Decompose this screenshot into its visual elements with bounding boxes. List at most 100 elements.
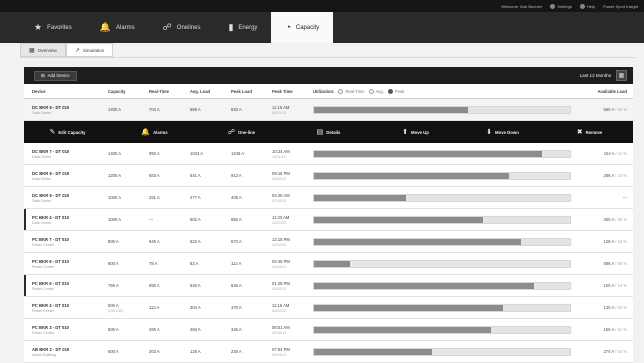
device-cell: PC BKR 7 - DT 010 Power Center [24, 237, 108, 247]
capacity-cell: 800 A [108, 261, 149, 266]
header-peak-time[interactable]: Peak Time [272, 89, 313, 94]
nav-favorites[interactable]: ★ Favorites [20, 12, 86, 43]
device-name: DC BKR 6 - DT 010 [32, 104, 70, 110]
peak-load-cell: 405 A [231, 195, 272, 200]
pencil-icon: ✎ [49, 129, 56, 136]
gear-icon [550, 3, 556, 9]
utilization-bar-fill [314, 348, 432, 355]
header-device[interactable]: Device [24, 89, 108, 94]
calendar-button[interactable]: ▦ [616, 70, 627, 81]
available-cell: 155 A / 31 % [575, 327, 633, 332]
table-row[interactable]: PC BKR 5 - DT 010 Power Center 750 A 550 A5… [24, 275, 633, 297]
table-row[interactable]: DC BKR 7 - DT 010 Data Center 1400 A 992 A1… [24, 143, 633, 165]
header-avg-load[interactable]: Avg. Load [190, 89, 231, 94]
available-cell: 350 A / 35 % [575, 217, 633, 222]
move-up-action[interactable]: ⬆ Move Up [372, 128, 459, 136]
table-row[interactable]: PC BKR 6 - DT 010 Power Center 800 A 78 A 83… [24, 253, 633, 275]
nav-onelines[interactable]: ☍ Onelines [149, 12, 215, 43]
avg-load-cell: 540 A [190, 283, 231, 288]
peak-load-cell-value: 840 A [231, 107, 242, 112]
capacity-cell-value: 800 A [108, 261, 119, 266]
table-row[interactable]: PC BKR 7 - DT 010 Power Center 800 A 645 A6… [24, 231, 633, 253]
peak-load-cell: 840 A [231, 107, 272, 112]
table-header: Device Capacity Real-Time Avg. Load Peak… [24, 84, 633, 99]
header-realtime[interactable]: Real-Time [149, 89, 190, 94]
app-switcher[interactable]: Power Sport Insight [603, 4, 638, 9]
realtime-cell-value: 78 A [149, 261, 158, 266]
peak-time-cell: 08:51 AM 02/28/13 [272, 325, 313, 335]
avg-load-cell-value: 502 A [190, 217, 201, 222]
device-location: Power Center [32, 286, 54, 291]
peak-time-cell: 12:15 PM 03/12/13 [272, 237, 313, 247]
device-cell: DC BKR 5 - DT 010 Data Center [24, 193, 108, 203]
peak-load-cell: 912 A [231, 173, 272, 178]
simulation-icon: ↗ [74, 47, 80, 54]
peak-load-cell: 370 A [231, 305, 272, 310]
legend-peak[interactable]: Peak [387, 88, 404, 94]
peak-time-cell-sub: 02/28/13 [272, 330, 286, 335]
utilization-bar-fill [314, 106, 468, 113]
avg-load-cell-value: 277 A [190, 195, 201, 200]
legend-realtime[interactable]: Real-Time [338, 88, 365, 94]
utilization-bar [313, 171, 571, 180]
device-name: PC BKR 5 - DT 010 [32, 280, 69, 286]
peak-time-cell-value: 11:15 AM [272, 104, 290, 110]
capacity-cell: 800 A [108, 239, 149, 244]
legend-avg-label: Avg. [375, 88, 384, 94]
table-row[interactable]: AB BKR 2 - DT 010 Admin Building 500 A 203 … [24, 341, 633, 363]
header-capacity[interactable]: Capacity [108, 89, 149, 94]
move-down-action[interactable]: ⬇ Move Down [459, 128, 546, 136]
help-link[interactable]: Help [579, 3, 595, 9]
peak-time-cell: 09:16 PM 08/22/13 [272, 171, 313, 181]
tab-simulation[interactable]: ↗ Simulation [65, 43, 114, 57]
capacity-cell-value: 500 A [108, 302, 119, 308]
table-row[interactable]: PC BKR 3 - DT 010 Power Center 500 A 265 A2… [24, 319, 633, 341]
tab-overview[interactable]: ▦ Overview [20, 43, 66, 57]
utilization-bar [313, 193, 571, 202]
utilization-bar [313, 303, 571, 312]
settings-link[interactable]: Settings [550, 3, 572, 9]
device-location: Data Center [32, 198, 52, 203]
pencil-action[interactable]: ✎ Edit Capacity [24, 128, 111, 136]
utilization-bar [313, 325, 571, 334]
device-name: PC BKR 4 - DT 010 [32, 302, 69, 308]
details-action[interactable]: ▤ Details [285, 128, 372, 136]
available-value: 154 A [603, 151, 615, 156]
available-percent: / 54 % [615, 349, 627, 354]
peak-time-cell-value: 08:51 AM [272, 324, 290, 330]
tab-simulation-label: Simulation [82, 47, 105, 53]
table-row[interactable]: DC BKR 6 - DT 010 Data Center 1200 A 683 A6… [24, 165, 633, 187]
capacity-cell-value: 750 A [108, 283, 119, 288]
table-row[interactable]: PC BKR 4 - DT 010 Power Center 500 A (200 K… [24, 297, 633, 319]
header-available[interactable]: Available Load [575, 89, 633, 94]
table-row[interactable]: DC BKR 6 - DT 010 Data Center 1400 A 704 A6… [24, 99, 633, 121]
nav-capacity[interactable]: ◔ Capacity [271, 12, 334, 43]
peak-time-cell-value: 07:54 PM [272, 346, 290, 352]
utilization-bar-fill [314, 216, 483, 223]
realtime-cell: 78 A [149, 261, 190, 266]
peak-load-cell: 645 A [231, 283, 272, 288]
oneline-icon: ☍ [227, 129, 235, 136]
bell-action[interactable]: 🔔 Alarms [111, 128, 198, 136]
available-value: 128 A [603, 239, 614, 244]
realtime-cell: 704 A [149, 107, 190, 112]
table-row[interactable]: PC BKR 4 - DT 010 Data Center 1000 A --- 502… [24, 209, 633, 231]
nav-alarms[interactable]: 🔔 Alarms [86, 12, 149, 43]
add-device-button[interactable]: ⊞ Add Device [34, 70, 77, 81]
utilization-bar [313, 259, 571, 268]
oneline-action[interactable]: ☍ One-line [198, 128, 285, 136]
device-location: Data Center [32, 110, 52, 115]
peak-time-cell: 11:43 AM 12/21/13 [272, 215, 313, 225]
peak-time-cell: 01:28 PM 10/30/13 [272, 281, 313, 291]
header-peak-load[interactable]: Peak Load [231, 89, 272, 94]
peak-load-cell-value: 405 A [231, 195, 242, 200]
legend-avg[interactable]: Avg. [368, 88, 384, 94]
welcome-text: Welcome, Bob Bonner! [501, 3, 543, 9]
table-row[interactable]: DC BKR 5 - DT 010 Data Center 1000 A 281 A2… [24, 187, 633, 209]
avg-load-cell-value: 128 A [190, 349, 201, 354]
remove-action[interactable]: ✖ Remove [546, 128, 633, 136]
peak-time-cell: 02:45 PM 11/19/13 [272, 259, 313, 269]
avg-load-cell-value: 622 A [190, 239, 201, 244]
realtime-cell-value: 704 A [149, 107, 160, 112]
nav-energy[interactable]: ▮ Energy [214, 12, 271, 43]
